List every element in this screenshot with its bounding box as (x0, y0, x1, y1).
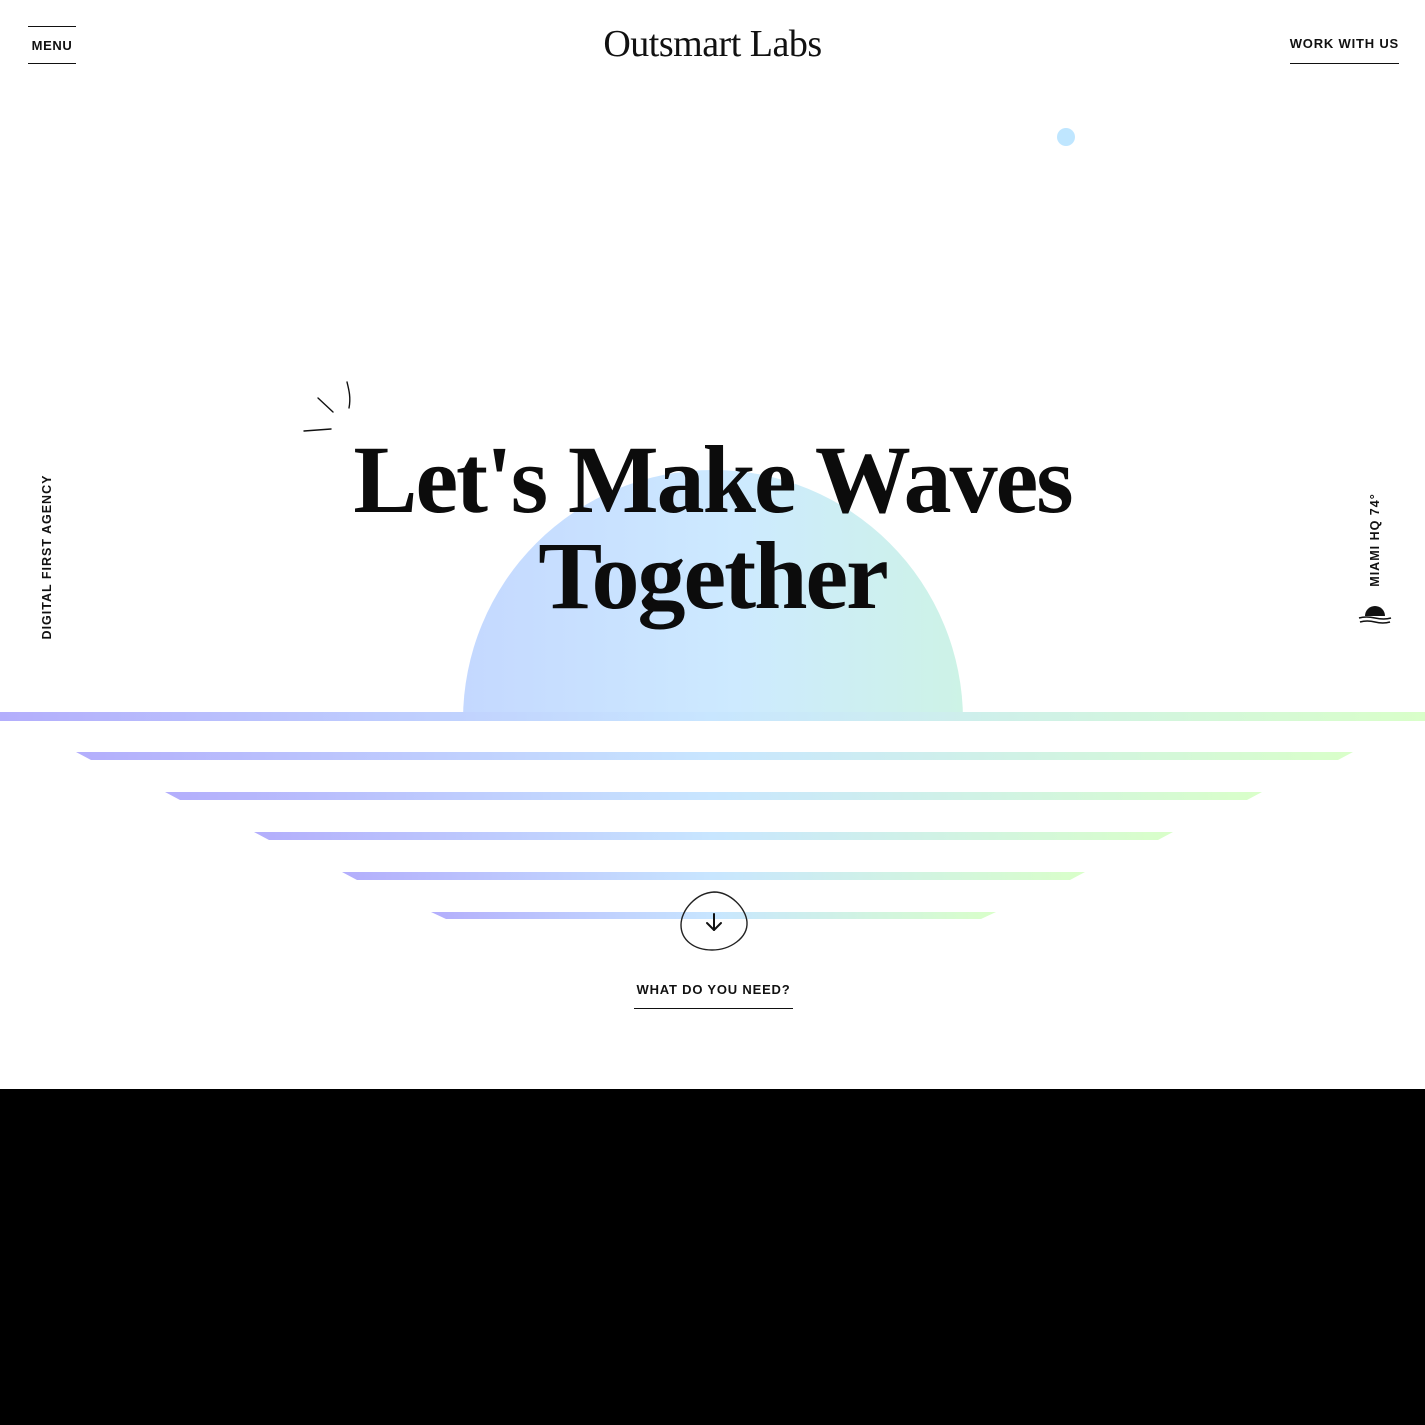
headline-line-2: Together (538, 522, 888, 629)
wave-line (165, 792, 1262, 800)
sparkle-icon (303, 381, 351, 432)
next-section-panel (0, 1089, 1425, 1425)
horizon-line (0, 712, 1425, 721)
headline-line-1: Let's Make Waves (353, 426, 1073, 533)
logo[interactable]: Outsmart Labs (0, 22, 1425, 66)
wave-line (76, 752, 1353, 760)
arrow-down-icon (706, 913, 722, 931)
what-do-you-need-link[interactable]: WHAT DO YOU NEED? (634, 982, 793, 1009)
wave-line (342, 872, 1085, 880)
wave-line (254, 832, 1173, 840)
decorative-dot (1057, 128, 1075, 146)
work-with-us-link[interactable]: WORK WITH US (1289, 36, 1399, 64)
hero-headline: Let's Make Waves Together (0, 432, 1425, 624)
hero-section: MENU Outsmart Labs WORK WITH US DIGITAL … (0, 0, 1425, 1089)
scroll-down-button[interactable] (678, 888, 750, 954)
